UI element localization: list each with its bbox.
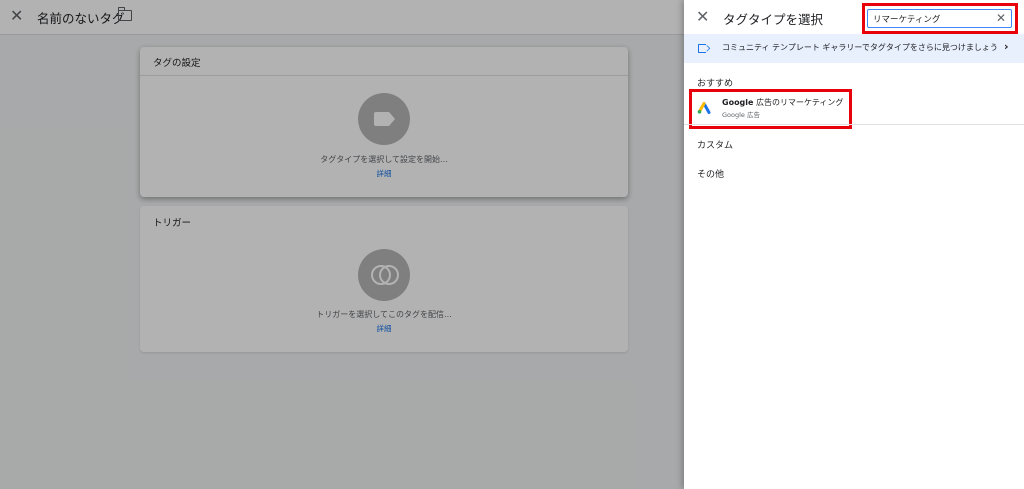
tag-type-brand: Google: [722, 98, 754, 107]
banner-text: コミュニティ テンプレート ギャラリーでタグタイプをさらに見つけましょう: [722, 43, 998, 52]
tag-type-subtitle: Google 広告: [722, 111, 760, 119]
tag-type-name: 広告のリマーケティング: [756, 98, 844, 107]
section-custom[interactable]: カスタム: [697, 138, 733, 151]
panel-title: タグタイプを選択: [723, 12, 824, 27]
google-ads-icon: [697, 102, 711, 114]
search-input[interactable]: [873, 12, 993, 25]
section-other[interactable]: その他: [697, 167, 724, 180]
tag-outline-icon: [698, 44, 706, 53]
modal-overlay[interactable]: [0, 0, 684, 489]
chevron-right-icon: ›: [1004, 40, 1009, 53]
panel-close-icon[interactable]: ✕: [696, 8, 709, 26]
clear-search-icon[interactable]: ✕: [996, 11, 1006, 26]
choose-tag-type-panel: ✕ タグタイプを選択 ✕ コミュニティ テンプレート ギャラリーでタグタイプをさ…: [684, 0, 1024, 489]
section-recommended: おすすめ: [697, 79, 734, 89]
tag-type-search[interactable]: ✕: [867, 9, 1012, 28]
tag-type-google-ads-remarketing[interactable]: Google 広告のリマーケティング Google 広告: [693, 93, 848, 125]
community-gallery-banner[interactable]: コミュニティ テンプレート ギャラリーでタグタイプをさらに見つけましょう ›: [684, 34, 1024, 63]
section-divider: [684, 124, 1024, 125]
tag-type-title: Google 広告のリマーケティング: [722, 97, 843, 108]
